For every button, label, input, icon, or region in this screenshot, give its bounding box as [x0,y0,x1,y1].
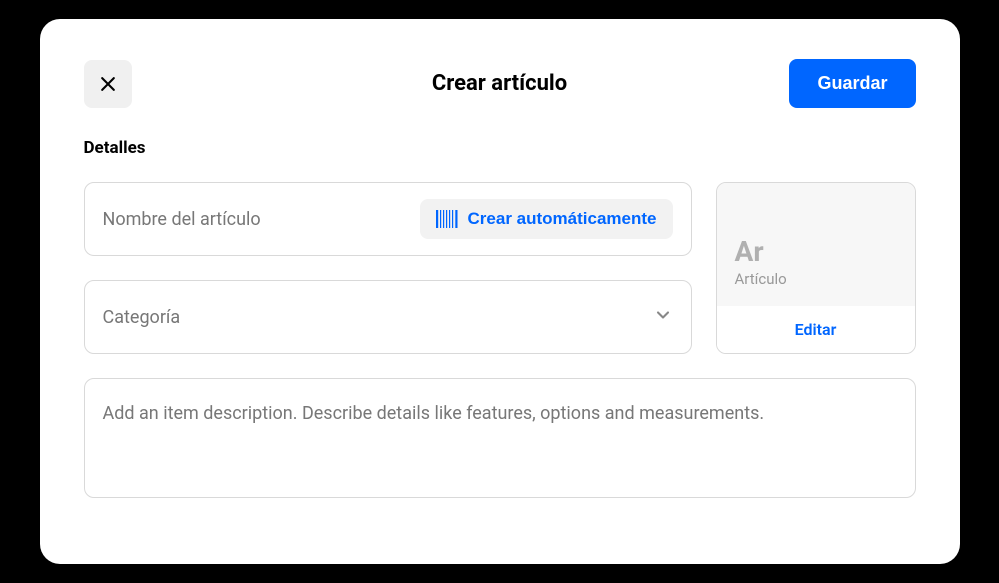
edit-image-button[interactable]: Editar [717,306,915,353]
modal-title: Crear artículo [432,71,567,96]
details-left-column: Nombre del artículo Crear au [84,182,692,354]
image-card: Ar Artículo Editar [716,182,916,354]
image-abbr: Ar [735,238,897,266]
close-button[interactable] [84,60,132,108]
modal-card: Crear artículo Guardar Detalles Nombre d… [40,19,960,564]
auto-create-button[interactable]: Crear automáticamente [420,199,673,239]
chevron-down-icon [653,305,673,329]
item-name-placeholder: Nombre del artículo [103,209,420,230]
description-field[interactable]: Add an item description. Describe detail… [84,378,916,498]
description-placeholder: Add an item description. Describe detail… [103,401,897,426]
details-row: Nombre del artículo Crear au [84,182,916,354]
details-section-label: Detalles [84,138,916,158]
modal-header: Crear artículo Guardar [84,59,916,108]
image-caption: Artículo [735,270,897,288]
barcode-icon [436,210,458,228]
auto-create-label: Crear automáticamente [468,209,657,229]
close-icon [98,74,118,94]
category-label: Categoría [103,307,653,328]
category-select[interactable]: Categoría [84,280,692,354]
item-name-field[interactable]: Nombre del artículo Crear au [84,182,692,256]
save-button[interactable]: Guardar [789,59,915,108]
image-preview: Ar Artículo [717,183,915,306]
